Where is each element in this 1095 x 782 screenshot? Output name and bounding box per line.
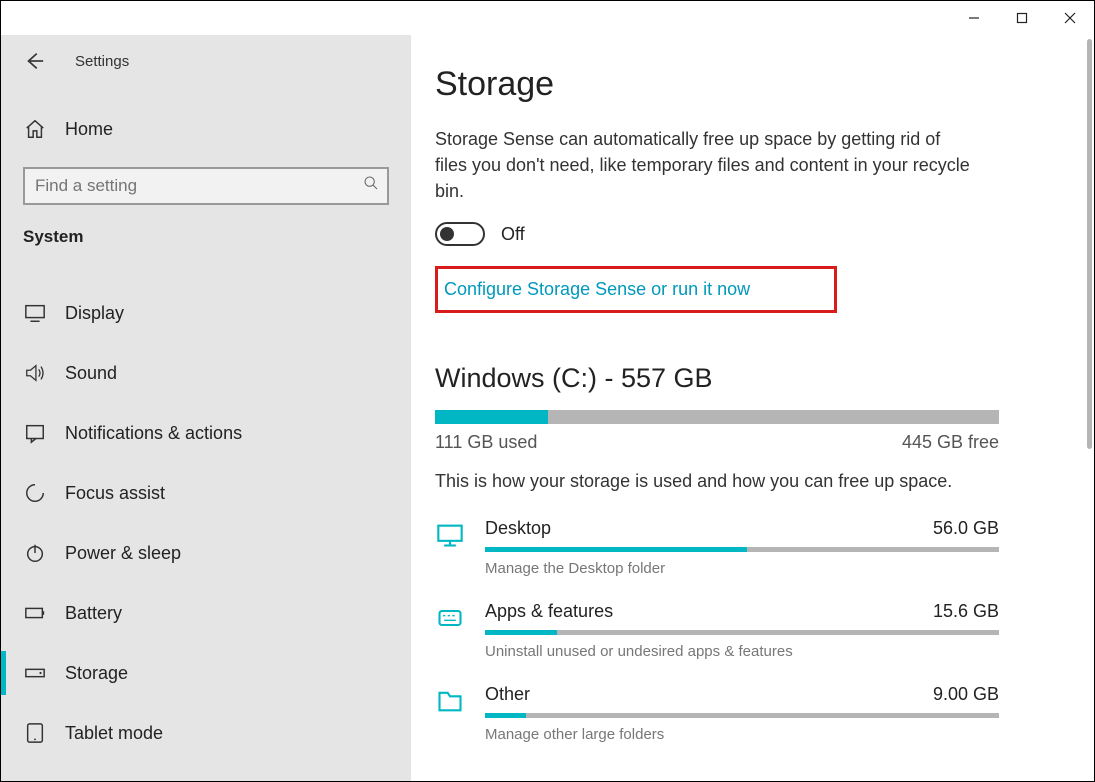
nav-label: Display [65, 303, 124, 324]
page-title: Storage [435, 65, 1094, 104]
usage-description: This is how your storage is used and how… [435, 471, 1094, 492]
nav-item-sound[interactable]: Sound [1, 343, 411, 403]
category-sub: Uninstall unused or undesired apps & fea… [485, 643, 999, 660]
category-row-other[interactable]: Other 9.00 GB Manage other large folders [435, 684, 999, 743]
nav-item-focus-assist[interactable]: Focus assist [1, 463, 411, 523]
focus-assist-icon [23, 481, 47, 505]
window-titlebar [1, 1, 1094, 35]
nav-item-storage[interactable]: Storage [1, 643, 411, 703]
minimize-button[interactable] [950, 1, 998, 35]
nav-item-power-sleep[interactable]: Power & sleep [1, 523, 411, 583]
nav-label: Sound [65, 363, 117, 384]
nav-label: Power & sleep [65, 543, 181, 564]
category-bar [485, 713, 999, 718]
category-size: 15.6 GB [933, 601, 999, 622]
sidebar: Settings Home System Display [1, 35, 411, 781]
scrollbar[interactable] [1087, 39, 1092, 449]
storage-icon [23, 661, 47, 685]
back-icon[interactable] [23, 50, 45, 72]
category-name: Apps & features [485, 601, 613, 622]
category-row-apps[interactable]: Apps & features 15.6 GB Uninstall unused … [435, 601, 999, 660]
apps-icon [435, 603, 465, 633]
category-sub: Manage the Desktop folder [485, 560, 999, 577]
configure-storage-sense-link[interactable]: Configure Storage Sense or run it now [444, 279, 750, 299]
toggle-state-label: Off [501, 224, 525, 245]
nav-label: Storage [65, 663, 128, 684]
category-bar [485, 547, 999, 552]
category-size: 9.00 GB [933, 684, 999, 705]
notifications-icon [23, 421, 47, 445]
category-size: 56.0 GB [933, 518, 999, 539]
nav-label: Battery [65, 603, 122, 624]
nav-home[interactable]: Home [1, 105, 411, 153]
nav-list: Display Sound Notifications & actions Fo… [1, 283, 411, 781]
storage-sense-toggle[interactable] [435, 222, 485, 246]
window-title: Settings [75, 53, 129, 70]
category-row-desktop[interactable]: Desktop 56.0 GB Manage the Desktop folder [435, 518, 999, 577]
nav-label: Focus assist [65, 483, 165, 504]
sidebar-section-label: System [1, 213, 411, 259]
nav-item-display[interactable]: Display [1, 283, 411, 343]
content-pane: Storage Storage Sense can automatically … [411, 35, 1094, 781]
drive-free-label: 445 GB free [902, 432, 999, 453]
sound-icon [23, 361, 47, 385]
highlight-annotation: Configure Storage Sense or run it now [435, 266, 837, 313]
category-name: Other [485, 684, 530, 705]
folder-icon [435, 686, 465, 716]
drive-title: Windows (C:) - 557 GB [435, 363, 1094, 394]
nav-label: Tablet mode [65, 723, 163, 744]
home-icon [23, 117, 47, 141]
search-icon [363, 175, 379, 191]
drive-used-label: 111 GB used [435, 432, 537, 453]
nav-label: Notifications & actions [65, 423, 242, 444]
category-sub: Manage other large folders [485, 726, 999, 743]
nav-item-battery[interactable]: Battery [1, 583, 411, 643]
desktop-icon [435, 520, 465, 550]
category-name: Desktop [485, 518, 551, 539]
nav-item-tablet-mode[interactable]: Tablet mode [1, 703, 411, 763]
maximize-button[interactable] [998, 1, 1046, 35]
storage-sense-description: Storage Sense can automatically free up … [435, 126, 975, 204]
search-input[interactable] [23, 167, 389, 205]
nav-item-notifications[interactable]: Notifications & actions [1, 403, 411, 463]
close-button[interactable] [1046, 1, 1094, 35]
power-icon [23, 541, 47, 565]
battery-icon [23, 601, 47, 625]
nav-home-label: Home [65, 119, 113, 140]
display-icon [23, 301, 47, 325]
drive-usage-bar [435, 410, 999, 424]
tablet-icon [23, 721, 47, 745]
category-bar [485, 630, 999, 635]
nav-item-multitasking[interactable]: Multitasking [1, 763, 411, 781]
